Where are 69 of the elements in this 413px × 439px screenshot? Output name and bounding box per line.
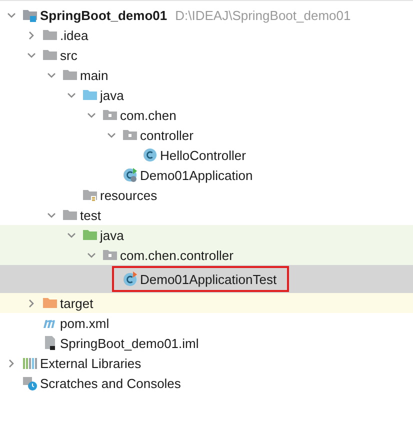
tree-row[interactable]: HelloController bbox=[0, 145, 413, 165]
tree-row[interactable]: pom.xml bbox=[0, 313, 413, 333]
tree-row[interactable]: SpringBoot_demo01 D:\IDEAJ\SpringBoot_demo01 bbox=[0, 5, 413, 25]
tree-item-label: java bbox=[100, 88, 124, 102]
tree-row[interactable]: com.chen.controller bbox=[0, 245, 413, 265]
chevron-down-icon[interactable] bbox=[6, 10, 16, 20]
file-icon bbox=[42, 335, 58, 351]
chevron-down-icon[interactable] bbox=[106, 130, 116, 140]
chevron-right-icon[interactable] bbox=[26, 30, 36, 40]
chevron-down-icon[interactable] bbox=[26, 50, 36, 60]
tree-item-label: External Libraries bbox=[40, 356, 142, 370]
scratches-icon bbox=[22, 375, 38, 391]
tree-row[interactable]: controller bbox=[0, 125, 413, 145]
project-path: D:\IDEAJ\SpringBoot_demo01 bbox=[175, 8, 351, 22]
tree-row[interactable]: Demo01Application bbox=[0, 165, 413, 185]
tree-item-label: SpringBoot_demo01 bbox=[40, 8, 168, 22]
tree-item-label: test bbox=[80, 208, 101, 222]
folder-icon bbox=[82, 87, 98, 103]
tree-row[interactable]: Demo01ApplicationTest bbox=[0, 265, 413, 293]
chevron-right-icon[interactable] bbox=[26, 298, 36, 308]
tree-row[interactable]: SpringBoot_demo01.iml bbox=[0, 333, 413, 353]
tree-row[interactable]: java bbox=[0, 225, 413, 245]
tree-item-label: Scratches and Consoles bbox=[40, 376, 181, 390]
tree-item-label: src bbox=[60, 48, 78, 62]
class-icon bbox=[122, 167, 138, 183]
tree-row[interactable]: main bbox=[0, 65, 413, 85]
resources-folder-icon bbox=[82, 187, 98, 203]
tree-item-label: controller bbox=[140, 128, 194, 142]
chevron-down-icon[interactable] bbox=[46, 70, 56, 80]
chevron-down-icon[interactable] bbox=[86, 110, 96, 120]
tree-item-label: resources bbox=[100, 188, 158, 202]
tree-item-label: target bbox=[60, 296, 94, 310]
chevron-down-icon[interactable] bbox=[66, 90, 76, 100]
class-icon bbox=[122, 271, 138, 287]
tree-row[interactable]: target bbox=[0, 293, 413, 313]
tree-row[interactable]: com.chen bbox=[0, 105, 413, 125]
tree-item-label: Demo01Application bbox=[140, 168, 253, 182]
tree-item-label: pom.xml bbox=[60, 316, 110, 330]
tree-item-label: com.chen bbox=[120, 108, 176, 122]
folder-icon bbox=[62, 67, 78, 83]
libraries-icon bbox=[22, 355, 38, 371]
folder-icon bbox=[42, 27, 58, 43]
tree-row[interactable]: External Libraries bbox=[0, 353, 413, 373]
tree-row[interactable]: resources bbox=[0, 185, 413, 205]
tree-row[interactable]: test bbox=[0, 205, 413, 225]
package-icon bbox=[102, 247, 118, 263]
tree-row[interactable]: Scratches and Consoles bbox=[0, 373, 413, 393]
class-icon bbox=[142, 147, 158, 163]
tree-item-label: com.chen.controller bbox=[120, 248, 234, 262]
folder-icon bbox=[42, 295, 58, 311]
tree-item-label: Demo01ApplicationTest bbox=[140, 272, 277, 286]
tree-row[interactable]: java bbox=[0, 85, 413, 105]
tree-item-label: main bbox=[80, 68, 108, 82]
tree-item-label: java bbox=[100, 228, 124, 242]
chevron-down-icon[interactable] bbox=[66, 230, 76, 240]
tree-item-label: .idea bbox=[60, 28, 88, 42]
tree-item-label: SpringBoot_demo01.iml bbox=[60, 336, 199, 350]
tree-row[interactable]: src bbox=[0, 45, 413, 65]
package-icon bbox=[122, 127, 138, 143]
package-icon bbox=[102, 107, 118, 123]
tree-item-label: HelloController bbox=[160, 148, 246, 162]
chevron-down-icon[interactable] bbox=[46, 210, 56, 220]
chevron-right-icon[interactable] bbox=[6, 358, 16, 368]
module-folder-icon bbox=[22, 7, 38, 23]
folder-icon bbox=[42, 47, 58, 63]
folder-icon bbox=[62, 207, 78, 223]
chevron-down-icon[interactable] bbox=[86, 250, 96, 260]
folder-icon bbox=[82, 227, 98, 243]
tree-row[interactable]: .idea bbox=[0, 25, 413, 45]
